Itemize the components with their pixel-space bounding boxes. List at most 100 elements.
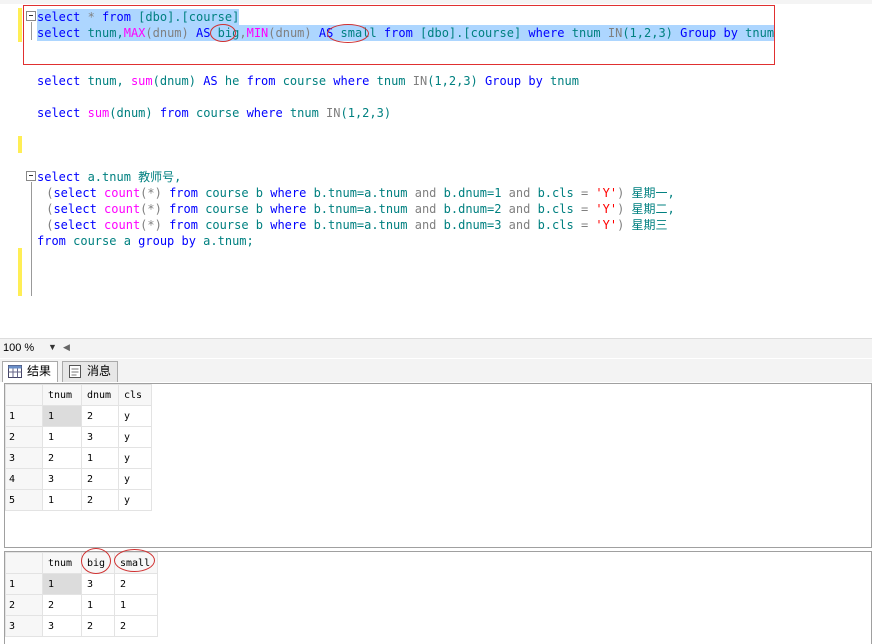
table-cell[interactable]: 2 xyxy=(81,489,119,511)
zoom-level[interactable]: 100 % xyxy=(3,342,34,354)
keyword: AS xyxy=(203,74,218,88)
corner-cell[interactable] xyxy=(5,552,43,574)
column-header[interactable]: dnum xyxy=(81,384,119,406)
table-cell[interactable]: 2 xyxy=(114,615,158,637)
table-cell[interactable]: 1 xyxy=(114,594,158,616)
table-cell[interactable]: y xyxy=(118,447,152,469)
keyword: group by xyxy=(138,234,196,248)
keyword: where xyxy=(333,74,370,88)
operator: and xyxy=(414,218,437,232)
operator: ) xyxy=(617,202,632,216)
identifier: 教师号, xyxy=(138,170,182,184)
function: sum xyxy=(130,74,153,88)
code-line-7: (select count(*) from course b where b.t… xyxy=(39,201,675,217)
table-cell[interactable]: 2 xyxy=(81,468,119,490)
row-number[interactable]: 5 xyxy=(5,489,43,511)
identifier: a.tnum; xyxy=(195,234,254,248)
keyword: from xyxy=(161,186,198,200)
identifier: b.cls xyxy=(530,186,581,200)
change-marker xyxy=(18,136,22,153)
editor-top-strip xyxy=(0,0,872,4)
function: sum xyxy=(87,106,110,120)
tab-messages[interactable]: 消息 xyxy=(62,361,119,382)
function: count xyxy=(104,186,141,200)
table-cell[interactable]: 1 xyxy=(81,594,115,616)
identifier: 星期二, xyxy=(631,202,675,216)
code-line-4: select sum(dnum) from course where tnum … xyxy=(37,105,391,121)
table-cell[interactable]: 1 xyxy=(42,489,82,511)
identifier: b.dnum=1 xyxy=(436,186,509,200)
table-cell[interactable]: 3 xyxy=(42,468,82,490)
table-cell[interactable]: 3 xyxy=(81,573,115,595)
identifier: tnum xyxy=(369,74,413,88)
identifier: course b xyxy=(197,218,271,232)
table-cell[interactable]: 3 xyxy=(42,615,82,637)
table-row[interactable]: 4 3 2 y xyxy=(5,468,152,490)
scroll-left-icon[interactable]: ◀ xyxy=(63,342,70,353)
table-cell[interactable]: y xyxy=(118,405,152,427)
column-header[interactable]: tnum xyxy=(42,552,82,574)
dropdown-arrow-icon[interactable]: ▼ xyxy=(48,342,57,352)
table-cell[interactable]: y xyxy=(118,426,152,448)
operator: and xyxy=(414,202,437,216)
row-number[interactable]: 1 xyxy=(5,573,43,595)
change-marker xyxy=(18,248,22,296)
table-cell[interactable]: 1 xyxy=(42,426,82,448)
keyword: where xyxy=(246,106,283,120)
collapse-toggle-icon[interactable] xyxy=(26,171,36,181)
table-cell[interactable]: 2 xyxy=(81,615,115,637)
identifier: tnum, xyxy=(80,74,131,88)
row-number[interactable]: 2 xyxy=(5,426,43,448)
outline-line xyxy=(31,182,32,296)
identifier: 星期三 xyxy=(631,218,668,232)
identifier: (dnum) xyxy=(109,106,160,120)
table-cell[interactable]: y xyxy=(118,468,152,490)
results-tabs: 结果 消息 xyxy=(0,359,872,383)
row-number[interactable]: 3 xyxy=(5,615,43,637)
table-cell[interactable]: 1 xyxy=(81,447,119,469)
keyword: select xyxy=(53,218,97,232)
keyword: from xyxy=(161,202,198,216)
table-cell[interactable]: 2 xyxy=(42,594,82,616)
table-row[interactable]: 3 2 1 y xyxy=(5,447,152,469)
table-cell[interactable]: 2 xyxy=(81,405,119,427)
identifier: b.dnum=2 xyxy=(436,202,509,216)
table-row[interactable]: 5 1 2 y xyxy=(5,489,152,511)
operator: (*) xyxy=(140,202,162,216)
table-row[interactable]: 2 2 1 1 xyxy=(5,594,158,616)
table-row[interactable]: 1 1 2 y xyxy=(5,405,152,427)
table-cell[interactable]: 3 xyxy=(81,426,119,448)
row-number[interactable]: 1 xyxy=(5,405,43,427)
annotation-circle xyxy=(114,549,155,572)
message-icon xyxy=(69,365,81,378)
identifier: 星期一, xyxy=(631,186,675,200)
table-cell[interactable]: 2 xyxy=(42,447,82,469)
column-header[interactable]: cls xyxy=(118,384,152,406)
table-cell[interactable]: 1 xyxy=(42,573,82,595)
column-header[interactable]: tnum xyxy=(42,384,82,406)
identifier: b.cls xyxy=(530,218,581,232)
table-row[interactable]: 2 1 3 y xyxy=(5,426,152,448)
operator: IN xyxy=(326,106,341,120)
operator: and xyxy=(508,202,531,216)
string-literal: 'Y' xyxy=(588,186,618,200)
row-number[interactable]: 3 xyxy=(5,447,43,469)
table-cell[interactable]: 2 xyxy=(114,573,158,595)
row-number[interactable]: 2 xyxy=(5,594,43,616)
result-grid-1[interactable]: tnum dnum cls 1 1 2 y 2 1 3 y 3 2 1 y 4 … xyxy=(4,383,872,548)
tab-results[interactable]: 结果 xyxy=(2,361,59,383)
keyword: from xyxy=(246,74,276,88)
corner-cell[interactable] xyxy=(5,384,43,406)
table-row[interactable]: 1 1 3 2 xyxy=(5,573,158,595)
change-marker xyxy=(18,8,22,42)
operator: and xyxy=(414,186,437,200)
result-table: tnum dnum cls 1 1 2 y 2 1 3 y 3 2 1 y 4 … xyxy=(5,384,152,511)
table-row[interactable]: 3 3 2 2 xyxy=(5,615,158,637)
result-grid-2[interactable]: tnum big small 1 1 3 2 2 2 1 1 3 3 2 2 xyxy=(4,548,872,644)
table-cell[interactable]: 1 xyxy=(42,405,82,427)
table-cell[interactable]: y xyxy=(118,489,152,511)
sql-editor[interactable]: select * from [dbo].[course] select tnum… xyxy=(0,0,872,338)
identifier: a.tnum xyxy=(80,170,139,184)
operator: (*) xyxy=(140,186,162,200)
row-number[interactable]: 4 xyxy=(5,468,43,490)
